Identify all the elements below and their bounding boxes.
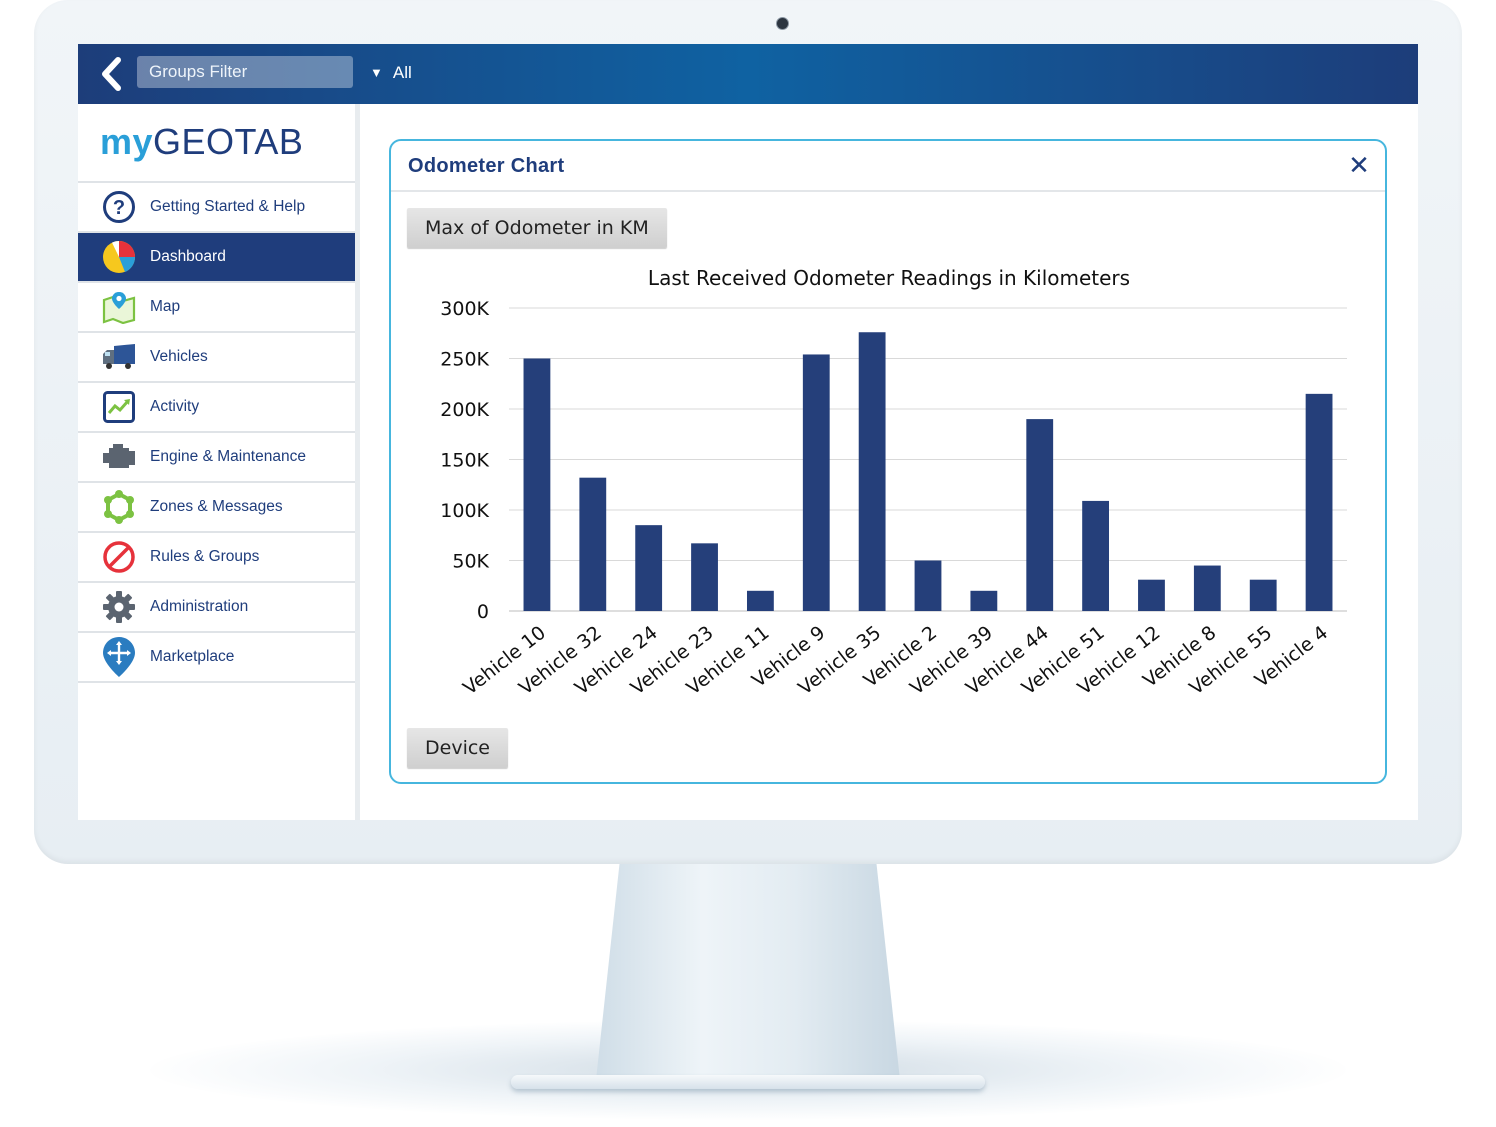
bar[interactable] (1305, 393, 1333, 611)
chart-bars (523, 332, 1333, 612)
sidebar-item-engine[interactable]: Engine & Maintenance (78, 431, 355, 481)
bar[interactable] (1082, 500, 1110, 611)
y-tick-label: 0 (477, 601, 489, 623)
y-tick-label: 250K (440, 349, 489, 371)
map-icon (101, 289, 137, 325)
y-tick-label: 50K (452, 551, 489, 573)
bar[interactable] (970, 590, 998, 611)
back-button[interactable] (98, 54, 128, 94)
chart-title: Last Received Odometer Readings in Kilom… (648, 266, 1130, 290)
bar[interactable] (635, 525, 663, 611)
bar[interactable] (914, 560, 942, 612)
group-filter-dropdown[interactable]: ▼ All (370, 60, 412, 86)
engine-icon (101, 439, 137, 475)
sidebar-item-label: Activity (150, 398, 200, 415)
sidebar-item-label: Getting Started & Help (150, 198, 306, 215)
sidebar-item-label: Engine & Maintenance (150, 448, 306, 465)
sidebar-item-label: Administration (150, 598, 249, 615)
gear-icon (101, 589, 137, 625)
metric-selector-button[interactable]: Max of Odometer in KM (407, 208, 667, 248)
bar[interactable] (746, 590, 774, 611)
y-axis-ticks: 0 50K 100K 150K 200K 250K 300K (440, 298, 489, 623)
bar[interactable] (1026, 419, 1054, 611)
sidebar-item-administration[interactable]: Administration (78, 581, 355, 631)
bar[interactable] (1138, 579, 1165, 611)
top-bar: ▼ All (78, 44, 1418, 104)
y-tick-label: 150K (440, 450, 489, 472)
truck-icon (101, 339, 137, 375)
x-axis-ticks: Vehicle 10Vehicle 32Vehicle 24Vehicle 23… (459, 622, 1332, 700)
sidebar-item-label: Rules & Groups (150, 548, 260, 565)
chevron-left-icon (102, 57, 121, 91)
triangle-down-icon: ▼ (370, 65, 383, 80)
sidebar-item-zones[interactable]: Zones & Messages (78, 481, 355, 531)
logo-brand: GEOTAB (153, 121, 304, 162)
bar[interactable] (691, 543, 718, 611)
sidebar: myGEOTAB ? Getting Started & Help Dashbo… (78, 104, 360, 820)
bar[interactable] (1249, 579, 1277, 611)
sidebar-item-getting-started[interactable]: ? Getting Started & Help (78, 181, 355, 231)
panel-title: Odometer Chart (408, 155, 565, 177)
bar[interactable] (1193, 565, 1221, 611)
sidebar-item-label: Zones & Messages (150, 498, 283, 515)
monitor-base (511, 1075, 985, 1089)
sidebar-item-label: Vehicles (150, 348, 208, 365)
sidebar-item-marketplace[interactable]: Marketplace (78, 631, 355, 683)
sidebar-item-label: Map (150, 298, 181, 315)
help-icon: ? (101, 189, 137, 225)
rules-icon (101, 539, 137, 575)
close-icon: ✕ (1348, 150, 1370, 180)
logo-my: my (100, 121, 154, 162)
sidebar-item-label: Dashboard (150, 248, 226, 265)
y-tick-label: 300K (440, 298, 489, 320)
y-tick-label: 100K (440, 500, 489, 522)
sidebar-item-vehicles[interactable]: Vehicles (78, 331, 355, 381)
camera-dot (776, 17, 789, 30)
device-axis-button[interactable]: Device (407, 728, 508, 768)
close-button[interactable]: ✕ (1347, 150, 1371, 180)
bar[interactable] (523, 358, 551, 612)
svg-text:?: ? (113, 197, 125, 219)
pie-chart-icon (101, 239, 137, 275)
zones-icon (101, 489, 137, 525)
sidebar-item-map[interactable]: Map (78, 281, 355, 331)
activity-icon (101, 389, 137, 425)
panel-divider (391, 190, 1385, 192)
y-tick-label: 200K (440, 399, 489, 421)
monitor-stand (595, 864, 901, 1089)
app-screen: ▼ All myGEOTAB ? Getting Started & Help (78, 44, 1418, 820)
mygeotab-logo[interactable]: myGEOTAB (100, 122, 303, 162)
sidebar-item-activity[interactable]: Activity (78, 381, 355, 431)
sidebar-item-dashboard[interactable]: Dashboard (78, 231, 355, 281)
sidebar-nav: ? Getting Started & Help Dashboard Map V… (78, 181, 355, 683)
odometer-chart-panel: Odometer Chart ✕ Max of Odometer in KM L… (389, 139, 1387, 784)
sidebar-item-rules[interactable]: Rules & Groups (78, 531, 355, 581)
bar[interactable] (858, 332, 886, 611)
bar[interactable] (802, 354, 830, 611)
group-filter-value: All (392, 63, 412, 82)
bar[interactable] (579, 477, 607, 611)
sidebar-item-label: Marketplace (150, 648, 235, 665)
groups-filter-input[interactable] (137, 56, 353, 88)
marketplace-icon (101, 637, 137, 677)
odometer-bar-chart: Last Received Odometer Readings in Kilom… (440, 266, 1347, 700)
